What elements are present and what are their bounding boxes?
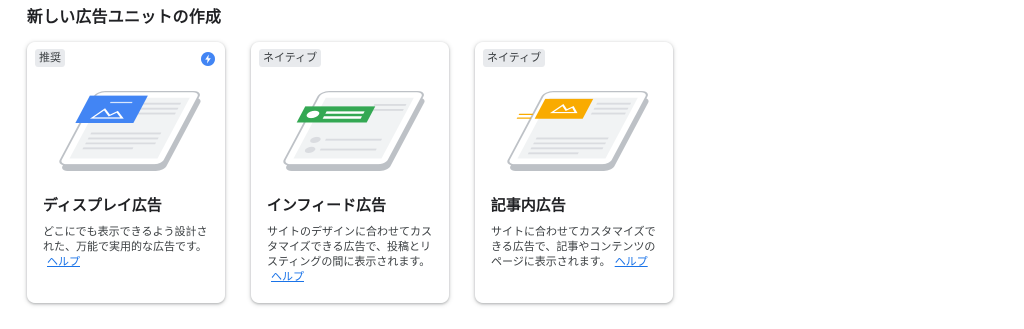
in-article-ad-illustration <box>507 90 649 171</box>
ad-unit-card-list: 推奨 ディスプレイ広告 どこにでも表示できるよう設計された、万能で実用的な広告で… <box>27 42 673 303</box>
native-badge: ネイティブ <box>483 49 546 67</box>
recommended-badge: 推奨 <box>35 49 65 67</box>
card-title: 記事内広告 <box>491 196 567 214</box>
help-link[interactable]: ヘルプ <box>271 270 304 283</box>
help-link[interactable]: ヘルプ <box>47 255 80 268</box>
page-title: 新しい広告ユニットの作成 <box>27 7 222 26</box>
in-article-ad-card[interactable]: ネイティブ 記事内広告 サイトに合わせてカスタマイズできる広告で、記事やコンテン… <box>475 42 673 303</box>
display-ad-card[interactable]: 推奨 ディスプレイ広告 どこにでも表示できるよう設計された、万能で実用的な広告で… <box>27 42 225 303</box>
card-description: サイトのデザインに合わせてカスタマイズできる広告で、投稿とリスティングの間に表示… <box>267 225 432 283</box>
display-ad-illustration <box>59 90 201 171</box>
in-feed-ad-illustration <box>283 90 425 171</box>
help-link[interactable]: ヘルプ <box>615 255 648 268</box>
card-title: ディスプレイ広告 <box>43 196 162 214</box>
card-description: サイトに合わせてカスタマイズできる広告で、記事やコンテンツのページに表示されます… <box>491 225 656 268</box>
bolt-icon <box>201 52 215 66</box>
card-description: どこにでも表示できるよう設計された、万能で実用的な広告です。ヘルプ <box>43 225 208 268</box>
native-badge: ネイティブ <box>259 49 322 67</box>
in-feed-ad-card[interactable]: ネイティブ インフィード広告 サイトのデザインに合わせてカスタマイズできる広告で… <box>251 42 449 303</box>
card-title: インフィード広告 <box>267 196 387 214</box>
